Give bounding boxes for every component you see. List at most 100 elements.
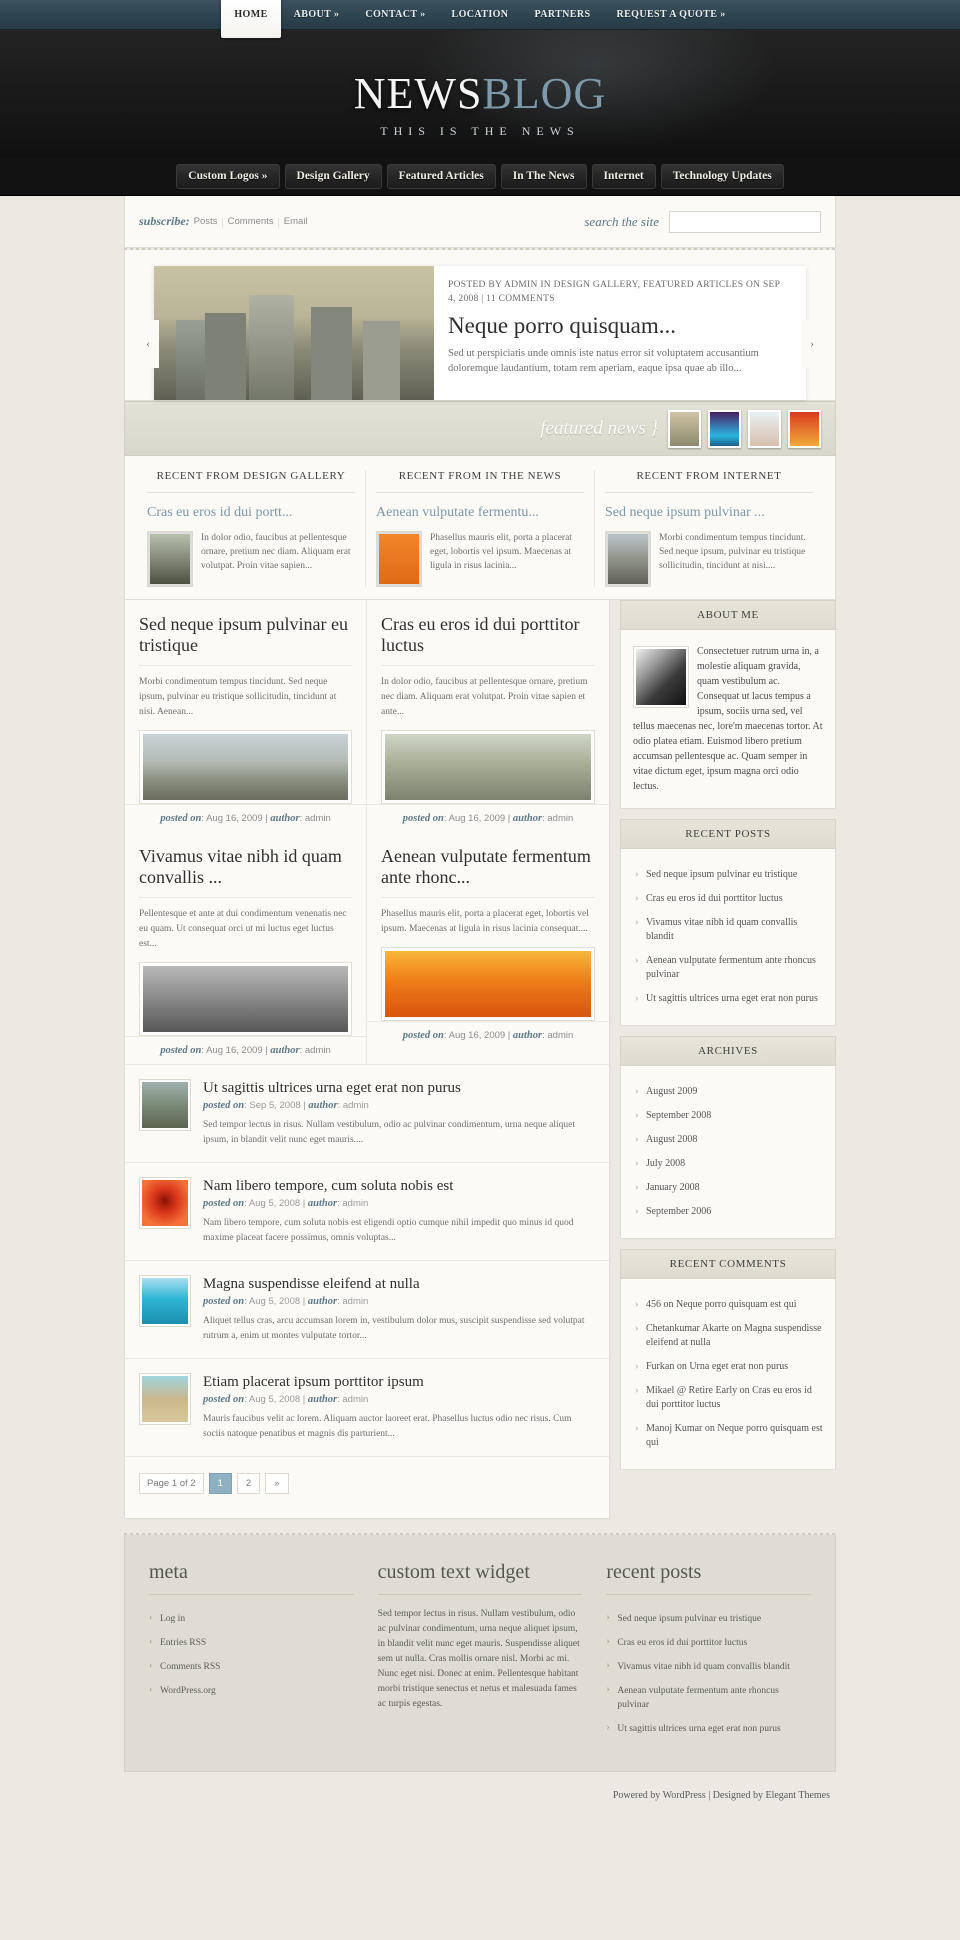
list-item[interactable]: Comments RSS [149, 1655, 354, 1679]
grid-post-image[interactable] [139, 962, 352, 1036]
grid-post-image[interactable] [381, 947, 595, 1021]
recent-column-thumbnail[interactable] [147, 531, 193, 587]
recent-column-in-the-news: RECENT FROM IN THE NEWS Aenean vulputate… [365, 470, 594, 587]
list-post-thumbnail[interactable] [139, 1373, 191, 1425]
posted-on-date: Aug 16, 2009 [448, 1030, 506, 1041]
featured-thumb-1[interactable] [668, 409, 701, 448]
list-item[interactable]: September 2008 [633, 1104, 823, 1128]
author-name: admin [547, 1030, 574, 1041]
posted-on-date: Aug 16, 2009 [206, 813, 263, 824]
top-nav-item-location[interactable]: LOCATION [439, 0, 522, 30]
footer-recent-posts-list: Sed neque ipsum pulvinar eu tristique Cr… [606, 1607, 811, 1741]
list-item[interactable]: Cras eu eros id dui porttitor luctus [633, 887, 823, 911]
pagination: Page 1 of 2 1 2 » [125, 1456, 609, 1518]
top-nav-item-request-a-quote[interactable]: REQUEST A QUOTE » [603, 0, 738, 30]
list-post-thumbnail[interactable] [139, 1079, 191, 1131]
list-post-thumbnail[interactable] [139, 1177, 191, 1229]
list-item[interactable]: Aenean vulputate fermentum ante rhoncus … [633, 949, 823, 987]
list-item[interactable]: WordPress.org [149, 1679, 354, 1703]
list-item[interactable]: Furkan on Urna eget erat non purus [633, 1355, 823, 1379]
category-nav-item-design-gallery[interactable]: Design Gallery [284, 164, 382, 189]
list-item[interactable]: Entries RSS [149, 1631, 354, 1655]
list-item[interactable]: Vivamus vitae nibh id quam convallis bla… [633, 911, 823, 949]
list-post-title[interactable]: Etiam placerat ipsum porttitor ipsum [203, 1373, 595, 1391]
featured-thumb-4[interactable] [788, 409, 821, 448]
grid-post-title[interactable]: Sed neque ipsum pulvinar eu tristique [139, 614, 352, 666]
recent-column-title[interactable]: Sed neque ipsum pulvinar ... [605, 505, 813, 521]
archives-list: August 2009 September 2008 August 2008 J… [633, 1080, 823, 1224]
author-label: author [512, 813, 543, 824]
list-item[interactable]: Vivamus vitae nibh id quam convallis bla… [606, 1655, 811, 1679]
footer-meta-list: Log in Entries RSS Comments RSS WordPres… [149, 1607, 354, 1703]
list-post-thumbnail[interactable] [139, 1275, 191, 1327]
featured-slide-title[interactable]: Neque porro quisquam... [448, 314, 790, 338]
posted-on-label: posted on [402, 1030, 444, 1041]
list-item[interactable]: 456 on Neque porro quisquam est qui [633, 1293, 823, 1317]
subscribe-search-bar: subscribe: Posts | Comments | Email sear… [124, 196, 836, 248]
subscribe-link-comments[interactable]: Comments [228, 216, 274, 227]
search-label: search the site [584, 213, 659, 229]
site-logo[interactable]: NEWSBLOG [0, 30, 960, 116]
slider-next-arrow-icon[interactable]: › [801, 320, 823, 368]
category-nav-item-featured-articles[interactable]: Featured Articles [386, 164, 496, 189]
grid-post-title[interactable]: Aenean vulputate fermentum ante rhonc... [381, 846, 595, 898]
top-nav-item-about[interactable]: ABOUT » [281, 0, 353, 30]
top-nav-item-home[interactable]: HOME [221, 0, 281, 38]
list-item[interactable]: August 2009 [633, 1080, 823, 1104]
footer-credit: Powered by WordPress | Designed by Elega… [612, 1790, 830, 1801]
widget-recent-comments: RECENT COMMENTS 456 on Neque porro quisq… [620, 1249, 836, 1470]
category-nav-item-custom-logos[interactable]: Custom Logos » [176, 164, 280, 189]
avatar [633, 646, 689, 708]
list-item[interactable]: Aenean vulputate fermentum ante rhoncus … [606, 1679, 811, 1717]
author-label: author [307, 1198, 338, 1209]
list-item[interactable]: Ut sagittis ultrices urna eget erat non … [606, 1717, 811, 1741]
author-name: admin [547, 813, 574, 824]
list-post-title[interactable]: Ut sagittis ultrices urna eget erat non … [203, 1079, 595, 1097]
grid-post-image[interactable] [381, 730, 595, 804]
subscribe-divider: | [221, 215, 224, 228]
list-item[interactable]: September 2006 [633, 1200, 823, 1224]
search-input[interactable] [669, 210, 821, 233]
featured-thumb-2[interactable] [708, 409, 741, 448]
posted-on-label: posted on [160, 1045, 202, 1056]
pagination-page-1[interactable]: 1 [208, 1473, 232, 1494]
list-item[interactable]: August 2008 [633, 1128, 823, 1152]
top-nav-item-partners[interactable]: PARTNERS [521, 0, 603, 30]
list-item[interactable]: Mikael @ Retire Early on Cras eu eros id… [633, 1379, 823, 1417]
recent-comments-list: 456 on Neque porro quisquam est qui Chet… [633, 1293, 823, 1455]
featured-slide[interactable]: POSTED BY ADMIN IN DESIGN GALLERY, FEATU… [154, 266, 806, 400]
recent-column-thumbnail[interactable] [376, 531, 422, 587]
list-item[interactable]: Ut sagittis ultrices urna eget erat non … [633, 987, 823, 1011]
grid-post-title[interactable]: Vivamus vitae nibh id quam convallis ... [139, 846, 352, 898]
top-nav-item-contact[interactable]: CONTACT » [352, 0, 438, 30]
category-nav-item-in-the-news[interactable]: In The News [500, 164, 587, 189]
list-item[interactable]: Sed neque ipsum pulvinar eu tristique [633, 863, 823, 887]
list-item[interactable]: Cras eu eros id dui porttitor luctus [606, 1631, 811, 1655]
category-nav-item-internet[interactable]: Internet [591, 164, 656, 189]
slider-prev-arrow-icon[interactable]: ‹ [137, 320, 159, 368]
category-navigation-bar: Custom Logos » Design Gallery Featured A… [0, 158, 960, 196]
page-wrapper: subscribe: Posts | Comments | Email sear… [0, 196, 960, 1823]
grid-post-image[interactable] [139, 730, 352, 804]
list-post-title[interactable]: Magna suspendisse eleifend at nulla [203, 1275, 595, 1293]
pagination-next-icon[interactable]: » [265, 1473, 289, 1494]
list-item[interactable]: July 2008 [633, 1152, 823, 1176]
grid-post-excerpt: Morbi condimentum tempus tincidunt. Sed … [139, 677, 337, 717]
list-post-title[interactable]: Nam libero tempore, cum soluta nobis est [203, 1177, 595, 1195]
list-item[interactable]: Manoj Kumar on Neque porro quisquam est … [633, 1417, 823, 1455]
list-item[interactable]: Sed neque ipsum pulvinar eu tristique [606, 1607, 811, 1631]
main-row: Sed neque ipsum pulvinar eu tristique Mo… [124, 600, 836, 1519]
subscribe-link-email[interactable]: Email [284, 216, 308, 227]
list-item[interactable]: Chetankumar Akarte on Magna suspendisse … [633, 1317, 823, 1355]
list-item[interactable]: January 2008 [633, 1176, 823, 1200]
recent-column-title[interactable]: Aenean vulputate fermentu... [376, 505, 584, 521]
recent-column-thumbnail[interactable] [605, 531, 651, 587]
list-item[interactable]: Log in [149, 1607, 354, 1631]
category-nav-item-technology-updates[interactable]: Technology Updates [660, 164, 784, 189]
grid-post-title[interactable]: Cras eu eros id dui porttitor luctus [381, 614, 595, 666]
subscribe-link-posts[interactable]: Posts [194, 216, 218, 227]
pagination-page-2[interactable]: 2 [236, 1473, 261, 1494]
subscribe-group: subscribe: Posts | Comments | Email [139, 214, 308, 229]
recent-column-title[interactable]: Cras eu eros id dui portt... [147, 505, 355, 521]
featured-thumb-3[interactable] [748, 409, 781, 448]
